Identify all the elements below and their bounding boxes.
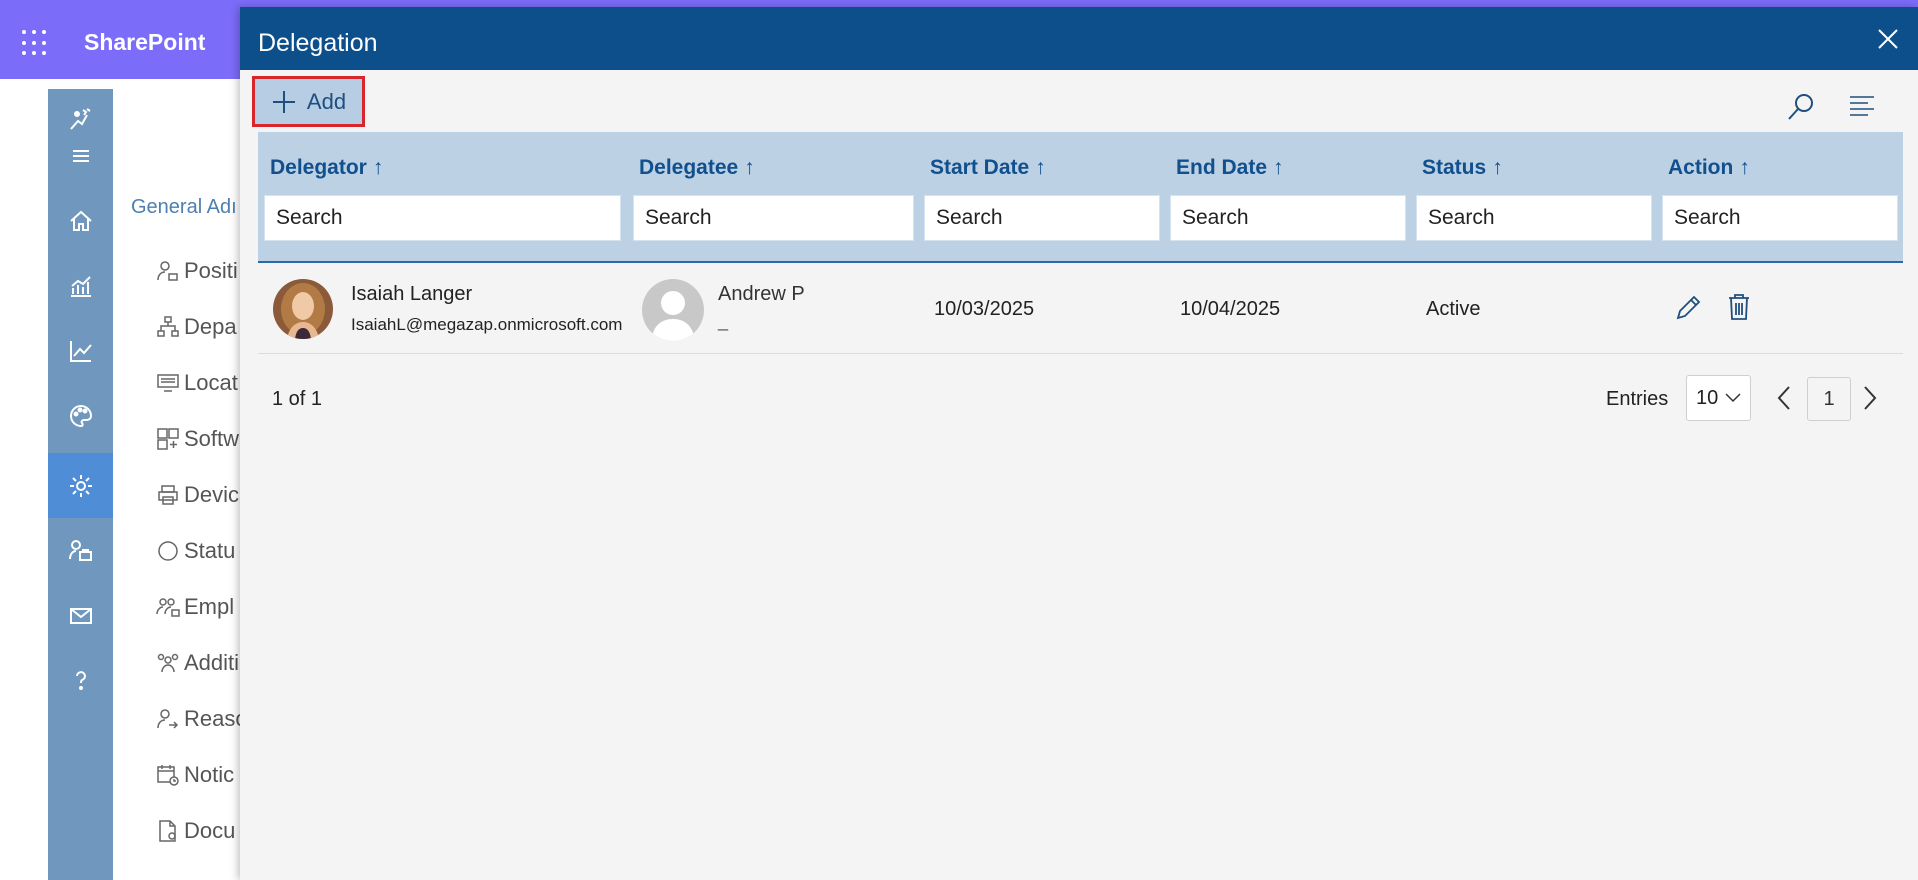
- settings-nav-label: Devic: [184, 482, 240, 507]
- column-options-icon[interactable]: [1849, 95, 1875, 117]
- location-icon: [157, 374, 179, 392]
- column-header-action[interactable]: Action ↑: [1668, 156, 1750, 180]
- org-chart-icon: [157, 316, 179, 337]
- left-rail: [48, 89, 113, 880]
- chevron-right-icon[interactable]: [1860, 383, 1880, 413]
- logo-icon[interactable]: [48, 95, 113, 143]
- app-launcher-icon[interactable]: [22, 30, 48, 56]
- add-button-label: Add: [306, 88, 347, 114]
- close-icon[interactable]: [1876, 27, 1900, 51]
- printer-icon: [158, 485, 178, 505]
- settings-nav-label: Notic: [184, 762, 235, 787]
- settings-nav-item[interactable]: Positi: [156, 258, 238, 284]
- help-question-icon[interactable]: [48, 648, 113, 713]
- settings-nav-label: Positi: [184, 258, 238, 283]
- action-search-input[interactable]: Search: [1662, 195, 1898, 241]
- column-header-status[interactable]: Status ↑: [1422, 156, 1503, 180]
- settings-gear-icon[interactable]: [48, 453, 113, 518]
- delegator-avatar: [273, 279, 333, 339]
- delegatee-name: Andrew P: [718, 283, 805, 305]
- document-settings-icon: [159, 820, 176, 842]
- panel-header: Delegation: [240, 7, 1918, 70]
- bar-chart-icon[interactable]: [48, 253, 113, 318]
- settings-nav-label: Docu: [184, 818, 236, 843]
- chevron-down-icon: [1725, 393, 1741, 403]
- column-header-end-date[interactable]: End Date ↑: [1176, 156, 1284, 180]
- delegatee-avatar: [642, 279, 704, 341]
- settings-nav-item[interactable]: Devic: [156, 482, 239, 508]
- settings-nav-item[interactable]: Additi: [156, 650, 239, 676]
- settings-nav-item[interactable]: Reaso: [156, 706, 248, 732]
- settings-nav-item[interactable]: Locat: [156, 370, 238, 396]
- chevron-left-icon[interactable]: [1774, 383, 1794, 413]
- mail-icon[interactable]: [48, 583, 113, 648]
- entries-per-page-select[interactable]: 10: [1686, 375, 1751, 421]
- person-icon: [157, 261, 178, 281]
- table-header: Delegator ↑ Delegatee ↑ Start Date ↑ End Da…: [258, 132, 1903, 263]
- settings-nav-label: Locat: [184, 370, 238, 395]
- delete-trash-icon[interactable]: [1725, 292, 1753, 322]
- start-date-cell: 10/03/2025: [934, 298, 1035, 320]
- table-row[interactable]: Isaiah Langer IsaiahL@megazap.onmicrosof…: [258, 263, 1903, 354]
- add-button[interactable]: Add: [252, 76, 365, 127]
- settings-nav-label: Reaso: [184, 706, 248, 731]
- plus-icon: [272, 90, 295, 113]
- settings-nav-label: Additi: [184, 650, 240, 675]
- entries-value: 10: [1696, 386, 1719, 409]
- settings-nav-item[interactable]: Docu: [156, 818, 235, 844]
- line-chart-icon[interactable]: [48, 318, 113, 383]
- brand-title[interactable]: SharePoint: [84, 29, 205, 56]
- settings-nav-label: Empl: [184, 594, 235, 619]
- start-date-search-input[interactable]: Search: [924, 195, 1160, 241]
- delegatee-email: _: [718, 311, 729, 331]
- edit-pencil-icon[interactable]: [1674, 292, 1702, 322]
- page-number-button[interactable]: 1: [1807, 377, 1851, 421]
- status-cell: Active: [1426, 298, 1481, 320]
- people-icon: [156, 598, 180, 617]
- entries-label: Entries: [1606, 388, 1669, 410]
- search-icon[interactable]: [1786, 92, 1816, 122]
- settings-nav-label: Statu: [184, 538, 236, 563]
- settings-nav-item[interactable]: Softw: [156, 426, 239, 452]
- end-date-search-input[interactable]: Search: [1170, 195, 1406, 241]
- column-header-delegatee[interactable]: Delegatee ↑: [639, 156, 755, 180]
- column-header-delegator[interactable]: Delegator ↑: [270, 156, 383, 180]
- paging-summary: 1 of 1: [272, 388, 323, 410]
- settings-nav-heading: General Adı: [131, 196, 237, 218]
- delegation-panel: Delegation Add Delegator ↑ Delegatee ↑ Sta…: [240, 7, 1918, 880]
- home-icon[interactable]: [48, 188, 113, 253]
- calendar-clock-icon: [157, 765, 179, 786]
- settings-nav-item[interactable]: Notic: [156, 762, 234, 788]
- circle-icon: [158, 541, 178, 561]
- settings-nav-item[interactable]: Empl: [156, 594, 234, 620]
- delegator-email: IsaiahL@megazap.onmicrosoft.com: [351, 315, 623, 334]
- delegator-search-input[interactable]: Search: [264, 195, 621, 241]
- settings-nav-item[interactable]: Depa: [156, 314, 237, 340]
- user-org-icon[interactable]: [48, 518, 113, 583]
- settings-nav-label: Depa: [184, 314, 237, 339]
- person-arrow-icon: [157, 709, 179, 729]
- grid-add-icon: [157, 428, 179, 450]
- delegator-name: Isaiah Langer: [351, 283, 473, 305]
- status-search-input[interactable]: Search: [1416, 195, 1652, 241]
- panel-title: Delegation: [258, 29, 378, 57]
- end-date-cell: 10/04/2025: [1180, 298, 1281, 320]
- settings-nav-item[interactable]: Statu: [156, 538, 235, 564]
- delegatee-search-input[interactable]: Search: [633, 195, 914, 241]
- hamburger-menu-icon[interactable]: [48, 139, 113, 173]
- team-add-icon: [157, 653, 179, 673]
- palette-icon[interactable]: [48, 383, 113, 448]
- column-header-start-date[interactable]: Start Date ↑: [930, 156, 1046, 180]
- settings-nav-label: Softw: [184, 426, 240, 451]
